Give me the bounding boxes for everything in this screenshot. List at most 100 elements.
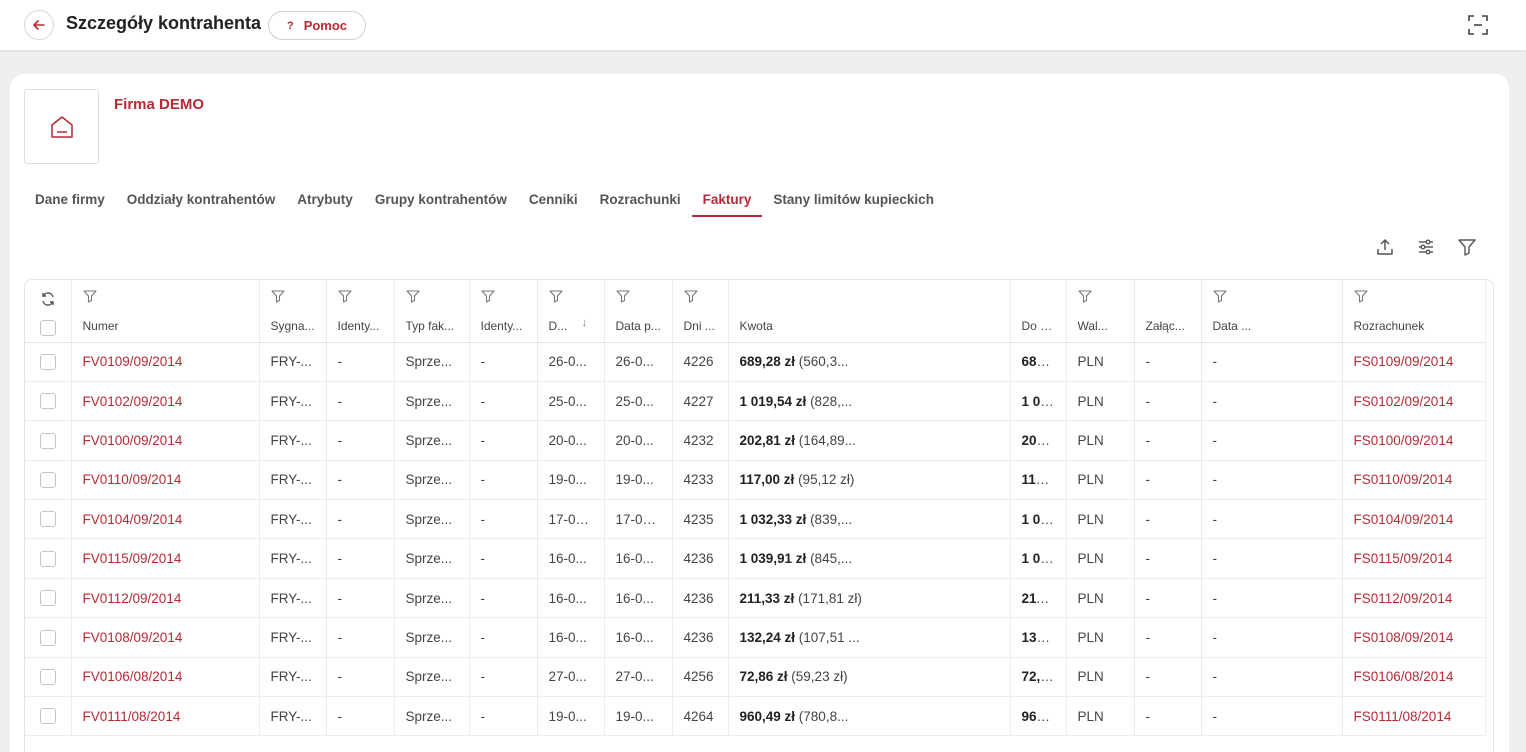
table-row[interactable]: FV0109/09/2014 FRY-... - Sprze... -26-0... 26… — [25, 342, 1486, 382]
column-header-label: Załąc... — [1145, 319, 1185, 333]
settlement-link[interactable]: FS0100/09/2014 — [1342, 420, 1486, 461]
filter-icon[interactable] — [480, 289, 495, 303]
filter-icon[interactable] — [1212, 289, 1227, 303]
column-header-13[interactable]: Data ... — [1201, 280, 1343, 343]
table-row[interactable]: FV0106/08/2014 FRY-... - Sprze... -27-0... 27… — [25, 657, 1486, 698]
table-row[interactable]: FV0108/09/2014 FRY-... - Sprze... -16-0... 16… — [25, 617, 1486, 658]
date-cell: 17-09... — [537, 499, 605, 540]
filter-icon[interactable] — [405, 289, 420, 303]
filter-icon[interactable] — [548, 289, 563, 303]
help-button[interactable]: ? Pomoc — [268, 11, 366, 40]
table-row[interactable]: FV0100/09/2014 FRY-... - Sprze... -20-0... 20… — [25, 420, 1486, 461]
filter-button[interactable] — [1456, 236, 1478, 258]
row-checkbox[interactable] — [40, 432, 56, 449]
settlement-link[interactable]: FS0111/08/2014 — [1342, 696, 1486, 737]
tab-atrybuty[interactable]: Atrybuty — [286, 186, 364, 217]
column-header-3[interactable]: Identy... — [326, 280, 395, 343]
invoice-number-link[interactable]: FV0110/09/2014 — [71, 460, 260, 501]
invoice-number-link[interactable]: FV0108/09/2014 — [71, 617, 260, 658]
invoice-number-link[interactable]: FV0112/09/2014 — [71, 578, 260, 619]
tab-rozrachunki[interactable]: Rozrachunki — [589, 186, 692, 217]
tab-dane-firmy[interactable]: Dane firmy — [24, 186, 116, 217]
row-checkbox[interactable] — [40, 353, 56, 370]
column-header-1[interactable]: Numer — [71, 280, 260, 343]
table-row[interactable]: FV0110/09/2014 FRY-... - Sprze... -19-0... 19… — [25, 460, 1486, 501]
table-row[interactable]: FV0102/09/2014 FRY-... - Sprze... -25-0... 25… — [25, 381, 1486, 422]
table-row[interactable]: FV0111/08/2014 FRY-... - Sprze... -19-0... 19… — [25, 696, 1486, 737]
column-header-11[interactable]: Wal... — [1066, 280, 1135, 343]
column-header-5[interactable]: Identy... — [469, 280, 538, 343]
sort-desc-icon[interactable]: ↓ — [582, 317, 588, 329]
filter-icon[interactable] — [1353, 289, 1368, 303]
row-checkbox[interactable] — [40, 511, 56, 528]
payment-date-cell: 17-09... — [604, 499, 673, 540]
column-header-2[interactable]: Sygna... — [259, 280, 327, 343]
amount-cell: 1 039,91 zł (845,... — [728, 538, 1011, 579]
table-row[interactable]: FV0112/09/2014 FRY-... - Sprze... -16-0... 16… — [25, 578, 1486, 619]
row-checkbox[interactable] — [40, 550, 56, 567]
identifier-cell: - — [326, 696, 395, 737]
currency-cell: PLN — [1066, 696, 1135, 737]
invoice-number-link[interactable]: FV0102/09/2014 — [71, 381, 260, 422]
tab-cenniki[interactable]: Cenniki — [518, 186, 589, 217]
column-header-10[interactable]: Do zapłaty / Pozost... — [1010, 280, 1067, 343]
filter-icon[interactable] — [82, 289, 97, 303]
column-header-8[interactable]: Dni ... — [672, 280, 729, 343]
column-header-7[interactable]: Data p... — [604, 280, 673, 343]
invoice-number-link[interactable]: FV0106/08/2014 — [71, 657, 260, 698]
row-checkbox[interactable] — [40, 590, 56, 607]
table-row[interactable]: FV0104/09/2014 FRY-... - Sprze... -17-09... 1… — [25, 499, 1486, 540]
invoice-number-link[interactable]: FV0109/09/2014 — [71, 342, 260, 382]
tab-stany-limitow[interactable]: Stany limitów kupieckich — [762, 186, 945, 217]
invoice-number-link[interactable]: FV0115/09/2014 — [71, 538, 260, 579]
settlement-link[interactable]: FS0102/09/2014 — [1342, 381, 1486, 422]
settlement-link[interactable]: FS0115/09/2014 — [1342, 538, 1486, 579]
tab-faktury[interactable]: Faktury — [691, 186, 763, 217]
column-header-14[interactable]: Rozrachunek — [1342, 280, 1486, 343]
settlement-link[interactable]: FS0108/09/2014 — [1342, 617, 1486, 658]
settlement-link[interactable]: FS0112/09/2014 — [1342, 578, 1486, 619]
due-amount-cell: 72,86 zł / 72,86 zł — [1010, 657, 1067, 698]
tab-grupy-kontrahentow[interactable]: Grupy kontrahentów — [364, 186, 518, 217]
invoice-number-link[interactable]: FV0111/08/2014 — [71, 696, 260, 737]
row-checkbox[interactable] — [40, 393, 56, 410]
settlement-link[interactable]: FS0109/09/2014 — [1342, 342, 1486, 382]
amount-cell: 211,33 zł (171,81 zł) — [728, 578, 1011, 619]
filter-icon[interactable] — [270, 289, 285, 303]
invoice-number-link[interactable]: FV0100/09/2014 — [71, 420, 260, 461]
amount-cell: 960,49 zł (780,8... — [728, 696, 1011, 737]
row-checkbox[interactable] — [40, 629, 56, 646]
select-all-checkbox[interactable] — [40, 320, 56, 336]
due-amount: 1 019,54 zł — [1021, 393, 1066, 409]
upload-icon — [1377, 239, 1393, 255]
attachments-cell: - — [1134, 342, 1202, 382]
refresh-icon[interactable] — [40, 291, 56, 307]
settlement-link[interactable]: FS0106/08/2014 — [1342, 657, 1486, 698]
export-button[interactable] — [1374, 236, 1396, 258]
filter-icon[interactable] — [615, 289, 630, 303]
tab-oddzialy-kontrahentow[interactable]: Oddziały kontrahentów — [116, 186, 287, 217]
settlement-link[interactable]: FS0104/09/2014 — [1342, 499, 1486, 540]
back-button[interactable] — [24, 10, 54, 40]
row-checkbox[interactable] — [40, 669, 56, 686]
column-header-label: Wal... — [1077, 319, 1108, 333]
column-header-6[interactable]: D... ↓ — [537, 280, 605, 343]
settlement-link[interactable]: FS0110/09/2014 — [1342, 460, 1486, 501]
filter-icon[interactable] — [1077, 289, 1092, 303]
column-header-12[interactable]: Załąc... — [1134, 280, 1202, 343]
fullscreen-button[interactable] — [1466, 13, 1490, 37]
column-header-4[interactable]: Typ fak... — [394, 280, 470, 343]
row-checkbox[interactable] — [40, 472, 56, 489]
row-checkbox[interactable] — [40, 708, 56, 725]
currency-cell: PLN — [1066, 657, 1135, 698]
tab-bar: Dane firmy Oddziały kontrahentów Atrybut… — [24, 186, 945, 218]
date-cell: 26-0... — [537, 342, 605, 382]
table-row[interactable]: FV0115/09/2014 FRY-... - Sprze... -16-0... 16… — [25, 538, 1486, 579]
signature-cell: FRY-... — [259, 696, 327, 737]
date2-cell: - — [1201, 578, 1343, 619]
filter-icon[interactable] — [683, 289, 698, 303]
column-settings-button[interactable] — [1415, 236, 1437, 258]
column-header-9[interactable]: Kwota — [728, 280, 1011, 343]
filter-icon[interactable] — [337, 289, 352, 303]
invoice-number-link[interactable]: FV0104/09/2014 — [71, 499, 260, 540]
